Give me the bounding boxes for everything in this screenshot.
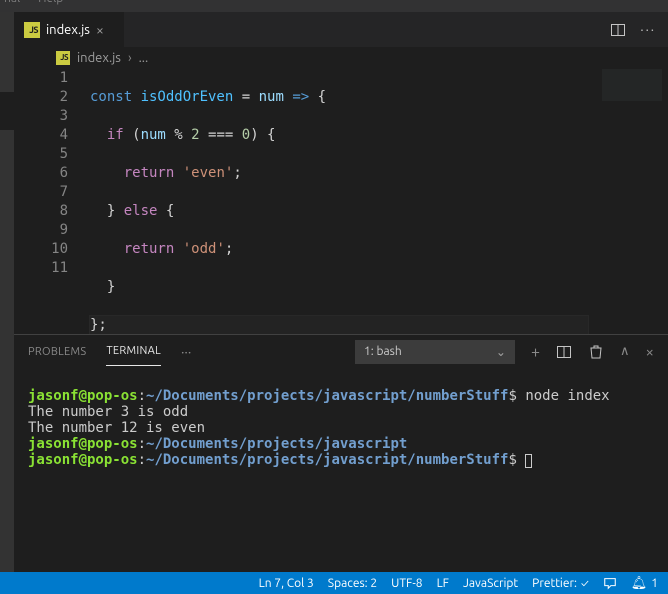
status-spaces[interactable]: Spaces: 2	[328, 577, 377, 590]
check-icon	[581, 577, 589, 590]
more-actions-icon[interactable]: ···	[640, 23, 656, 37]
bell-icon: 🔔︎	[631, 576, 648, 591]
tabs-row: JS index.js × ···	[14, 12, 668, 47]
status-prettier[interactable]: Prettier:	[532, 577, 589, 590]
panel: PROBLEMS TERMINAL ··· 1: bash ⌄ +	[14, 334, 668, 572]
chevron-down-icon: ⌄	[496, 345, 506, 359]
status-lncol[interactable]: Ln 7, Col 3	[259, 577, 314, 590]
terminal-cursor	[525, 454, 532, 468]
menu-item-terminal[interactable]: nal	[4, 0, 20, 5]
maximize-panel-icon[interactable]: ∧	[620, 344, 630, 359]
code-editor[interactable]: 123 456 789 1011 const isOddOrEven = num…	[14, 69, 668, 334]
terminal-body[interactable]: jasonf@pop-os:~/Documents/projects/javas…	[14, 368, 668, 572]
tab-filename: index.js	[46, 23, 90, 37]
menu-item-help[interactable]: Help	[38, 0, 63, 5]
activity-bar[interactable]	[0, 12, 14, 572]
status-feedback[interactable]	[603, 576, 617, 590]
terminal-selector-label: 1: bash	[364, 345, 402, 358]
status-encoding[interactable]: UTF-8	[391, 577, 422, 590]
breadcrumb-more[interactable]: ...	[139, 51, 149, 65]
close-icon[interactable]: ×	[96, 23, 104, 37]
chevron-right-icon: ›	[128, 51, 132, 65]
split-editor-icon[interactable]	[610, 22, 626, 38]
split-terminal-icon[interactable]	[556, 344, 572, 360]
minimap[interactable]	[602, 69, 662, 101]
breadcrumb-file[interactable]: index.js	[77, 51, 121, 65]
kill-terminal-icon[interactable]	[588, 344, 604, 360]
js-icon: JS	[56, 51, 70, 65]
code-content[interactable]: const isOddOrEven = num => { if (num % 2…	[90, 69, 668, 334]
tab-index-js[interactable]: JS index.js ×	[14, 12, 124, 47]
panel-tabs: PROBLEMS TERMINAL ··· 1: bash ⌄ +	[14, 335, 668, 368]
new-terminal-icon[interactable]: +	[531, 343, 540, 361]
panel-tabs-more[interactable]: ···	[181, 344, 191, 360]
gutter: 123 456 789 1011	[14, 69, 90, 334]
terminal-selector[interactable]: 1: bash ⌄	[355, 340, 515, 364]
breadcrumb[interactable]: JS index.js › ...	[14, 47, 668, 69]
panel-tab-terminal[interactable]: TERMINAL	[106, 337, 161, 366]
js-icon: JS	[24, 22, 40, 38]
close-panel-icon[interactable]: ×	[646, 343, 654, 360]
status-eol[interactable]: LF	[437, 577, 449, 590]
panel-tab-problems[interactable]: PROBLEMS	[28, 338, 86, 366]
menubar[interactable]: nal Help	[0, 0, 668, 12]
status-bar: Ln 7, Col 3 Spaces: 2 UTF-8 LF JavaScrip…	[0, 572, 668, 594]
status-language[interactable]: JavaScript	[463, 577, 518, 590]
activity-bar-active-indicator	[0, 92, 14, 130]
main-area: JS index.js × ··· JS index.js › ... 123 …	[0, 12, 668, 572]
editor-group: JS index.js × ··· JS index.js › ... 123 …	[14, 12, 668, 572]
status-notifications[interactable]: 🔔︎ 1	[631, 576, 658, 591]
